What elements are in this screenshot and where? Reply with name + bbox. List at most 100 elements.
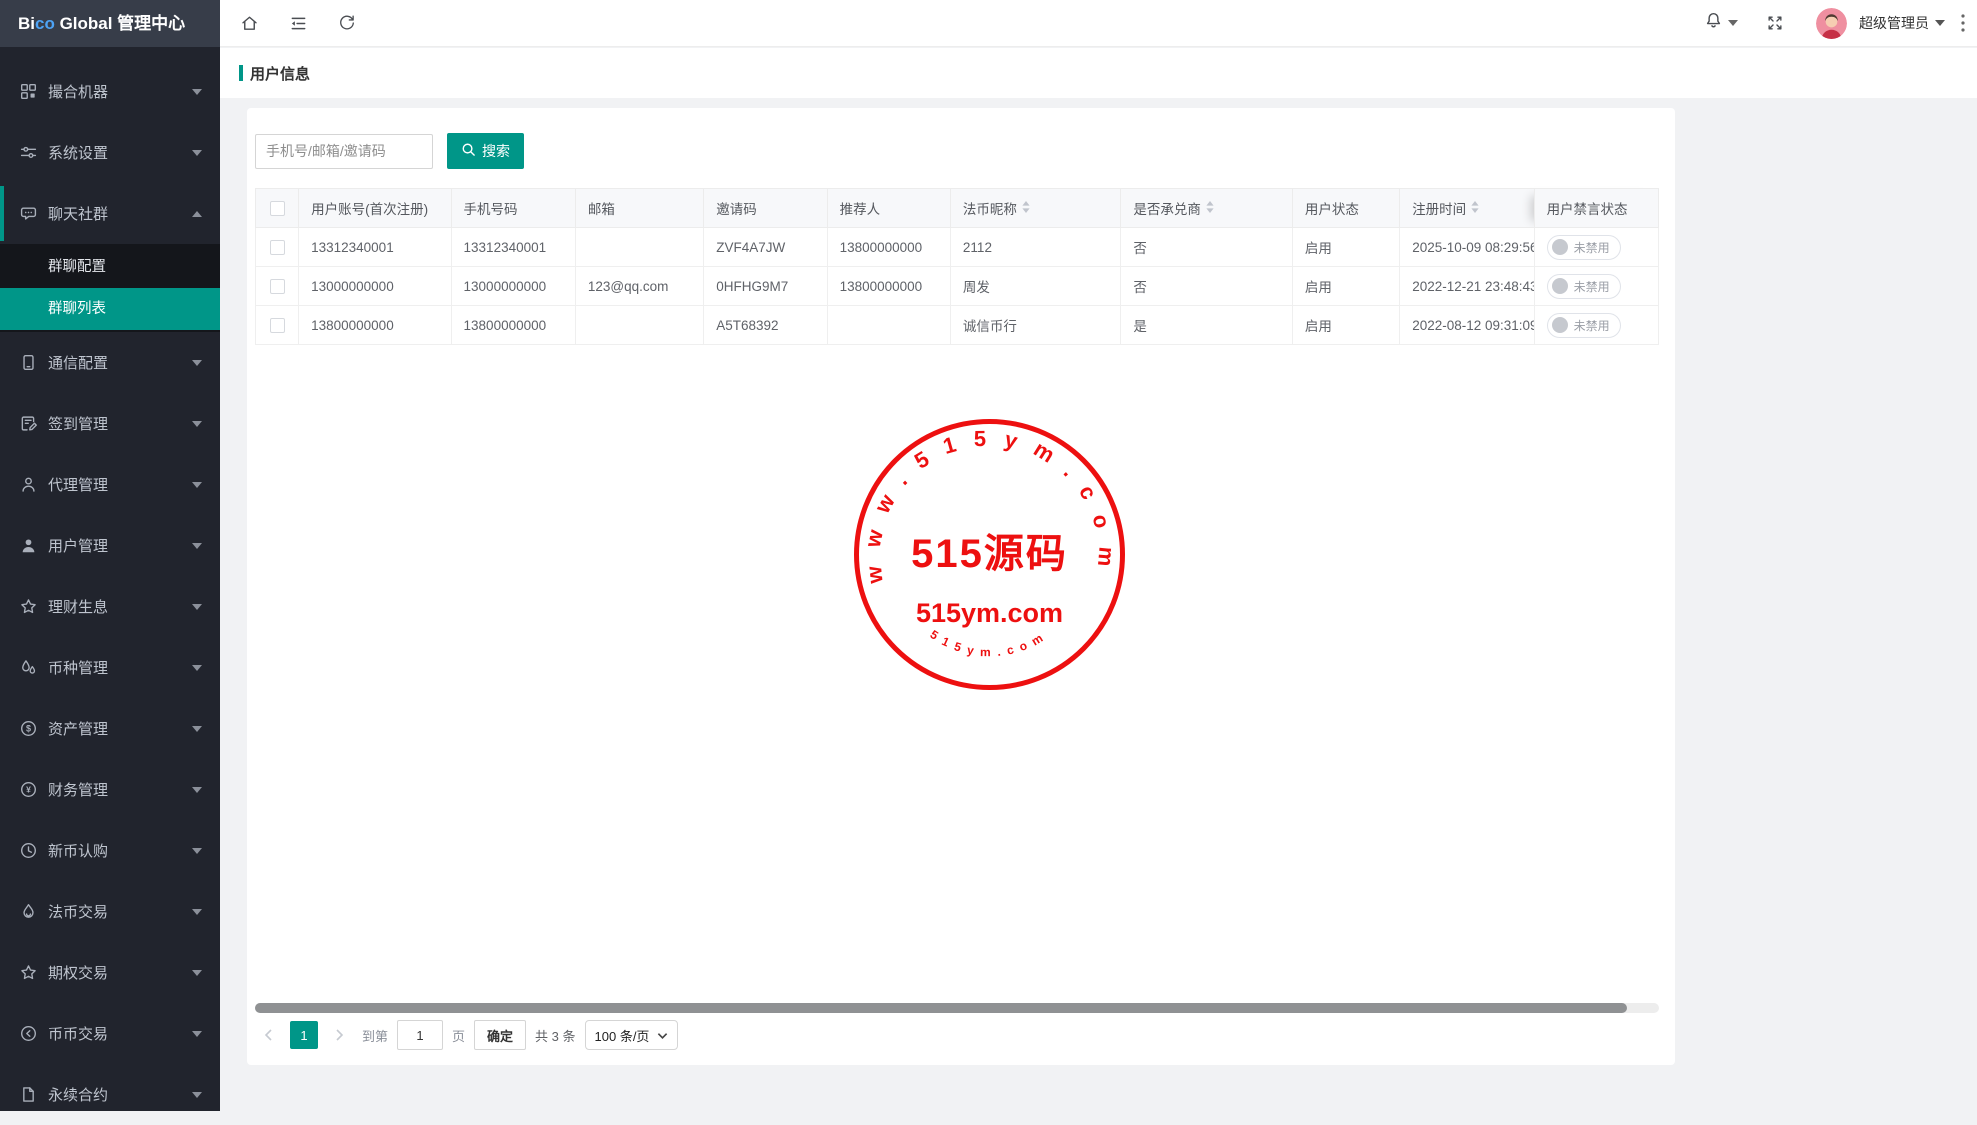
sort-icon[interactable]	[1206, 201, 1214, 216]
notifications-button[interactable]	[1704, 11, 1738, 35]
cell-register_time: 2022-12-21 23:48:43	[1400, 267, 1534, 306]
grid-icon	[20, 83, 37, 100]
chat-bubble-icon	[20, 205, 37, 222]
admin-menu[interactable]: 超级管理员	[1859, 13, 1945, 33]
cell-is_acceptor: 否	[1121, 267, 1292, 306]
tablet-icon	[20, 354, 37, 371]
star-icon	[20, 598, 37, 615]
sidebar-item-label: 永续合约	[48, 1084, 108, 1105]
kebab-menu-icon[interactable]	[1961, 14, 1965, 32]
page-size-select[interactable]: 100 条/页	[585, 1020, 679, 1050]
fullscreen-icon[interactable]	[1766, 14, 1784, 32]
refresh-icon[interactable]	[338, 14, 356, 32]
row-checkbox[interactable]	[270, 279, 285, 294]
sort-icon[interactable]	[1471, 201, 1479, 216]
sidebar-item-communication-config[interactable]: 通信配置	[0, 332, 220, 393]
cell-referrer: 13800000000	[827, 228, 950, 267]
user-info-card: 搜索 用户账号(首次注册)手机号码邮箱邀请码推荐人法币昵称是否承兑商用户状态注册…	[247, 108, 1675, 1065]
sidebar-item-system-settings[interactable]: 系统设置	[0, 122, 220, 183]
cell-user_status: 启用	[1292, 228, 1399, 267]
topbar-right: 超级管理员	[1704, 8, 1967, 39]
column-header-account: 用户账号(首次注册)	[299, 189, 451, 228]
user-table-wrap: 用户账号(首次注册)手机号码邮箱邀请码推荐人法币昵称是否承兑商用户状态注册时间用…	[255, 188, 1659, 345]
sidebar-item-chat-community[interactable]: 聊天社群	[0, 183, 220, 244]
toggle-knob	[1552, 278, 1568, 294]
chevron-down-icon	[192, 360, 202, 366]
horizontal-scrollbar-track	[255, 1003, 1659, 1013]
sidebar-item-label: 币种管理	[48, 657, 108, 678]
cell-invite_code: 0HFHG9M7	[704, 267, 827, 306]
sidebar-item-spot-trading[interactable]: 币币交易	[0, 1003, 220, 1064]
flame-icon	[20, 903, 37, 920]
page-title: 用户信息	[250, 63, 310, 84]
sidebar-item-agent-management[interactable]: 代理管理	[0, 454, 220, 515]
sidebar-item-new-coin-subscription[interactable]: 新币认购	[0, 820, 220, 881]
sidebar-submenu: 群聊配置群聊列表	[0, 244, 220, 332]
row-checkbox[interactable]	[270, 318, 285, 333]
total-count-label: 共 3 条	[535, 1026, 575, 1045]
sidebar-item-wealth-interest[interactable]: 理财生息	[0, 576, 220, 637]
chevron-down-icon	[192, 787, 202, 793]
current-page-button[interactable]: 1	[290, 1021, 318, 1049]
sidebar-subitem-group-chat-list[interactable]: 群聊列表	[0, 288, 220, 330]
sidebar-item-finance-management[interactable]: ¥财务管理	[0, 759, 220, 820]
cell-user_status: 启用	[1292, 267, 1399, 306]
sidebar-item-asset-management[interactable]: $资产管理	[0, 698, 220, 759]
sidebar-item-perpetual-contract[interactable]: 永续合约	[0, 1064, 220, 1125]
mute-toggle[interactable]: 未禁用	[1547, 313, 1621, 338]
cell-email	[575, 228, 703, 267]
sidebar-item-label: 系统设置	[48, 142, 108, 163]
column-label: 推荐人	[840, 198, 881, 218]
user-table: 用户账号(首次注册)手机号码邮箱邀请码推荐人法币昵称是否承兑商用户状态注册时间用…	[255, 188, 1659, 345]
goto-suffix-label: 页	[452, 1026, 465, 1045]
sidebar-item-fiat-trading[interactable]: 法币交易	[0, 881, 220, 942]
sidebar-item-label: 通信配置	[48, 352, 108, 373]
goto-page-input[interactable]	[397, 1020, 443, 1050]
column-header-referrer: 推荐人	[827, 189, 950, 228]
column-header-is_acceptor[interactable]: 是否承兑商	[1121, 189, 1292, 228]
logo-part-co: co	[35, 14, 55, 33]
cell-fiat_nickname: 诚信币行	[950, 306, 1120, 345]
toggle-label: 未禁用	[1574, 278, 1610, 295]
chevron-down-icon	[192, 970, 202, 976]
sidebar-item-label: 新币认购	[48, 840, 108, 861]
sidebar-subitem-group-chat-config[interactable]: 群聊配置	[0, 246, 220, 288]
home-icon[interactable]	[240, 14, 259, 33]
cell-phone: 13800000000	[451, 306, 575, 345]
search-button-label: 搜索	[482, 141, 510, 161]
title-accent-bar	[239, 65, 243, 81]
sort-icon[interactable]	[1022, 201, 1030, 216]
dollar-circle-icon: $	[20, 720, 37, 737]
select-all-checkbox[interactable]	[270, 201, 285, 216]
note-pen-icon	[20, 415, 37, 432]
sidebar-item-matching-robot[interactable]: 撮合机器	[0, 61, 220, 122]
sidebar-item-coin-management[interactable]: 币种管理	[0, 637, 220, 698]
mute-toggle[interactable]: 未禁用	[1547, 274, 1621, 299]
person-outline-icon	[20, 476, 37, 493]
column-header-fiat_nickname[interactable]: 法币昵称	[950, 189, 1120, 228]
avatar[interactable]	[1816, 8, 1847, 39]
mute-toggle[interactable]: 未禁用	[1547, 235, 1621, 260]
row-checkbox[interactable]	[270, 240, 285, 255]
goto-confirm-button[interactable]: 确定	[474, 1020, 526, 1050]
sidebar-item-options-trading[interactable]: 期权交易	[0, 942, 220, 1003]
sidebar-item-checkin-management[interactable]: 签到管理	[0, 393, 220, 454]
pagination: 1 到第 页 确定 共 3 条 100 条/页	[255, 1020, 678, 1050]
chevron-down-icon	[192, 1031, 202, 1037]
sidebar-item-user-management[interactable]: 用户管理	[0, 515, 220, 576]
next-page-button[interactable]	[327, 1021, 353, 1049]
prev-page-button[interactable]	[255, 1021, 281, 1049]
search-button[interactable]: 搜索	[447, 133, 524, 169]
horizontal-scrollbar-thumb[interactable]	[255, 1003, 1627, 1013]
column-header-register_time[interactable]: 注册时间	[1400, 189, 1534, 228]
search-input[interactable]	[255, 134, 433, 169]
chevron-down-icon	[192, 1092, 202, 1098]
collapse-menu-icon[interactable]	[289, 14, 308, 33]
column-label: 用户账号(首次注册)	[311, 198, 428, 218]
chevron-down-icon	[192, 150, 202, 156]
page-size-value: 100 条/页	[595, 1026, 650, 1045]
yen-circle-icon: ¥	[20, 781, 37, 798]
column-label: 用户状态	[1305, 198, 1359, 218]
sliders-icon	[20, 144, 37, 161]
column-label: 注册时间	[1412, 198, 1466, 218]
